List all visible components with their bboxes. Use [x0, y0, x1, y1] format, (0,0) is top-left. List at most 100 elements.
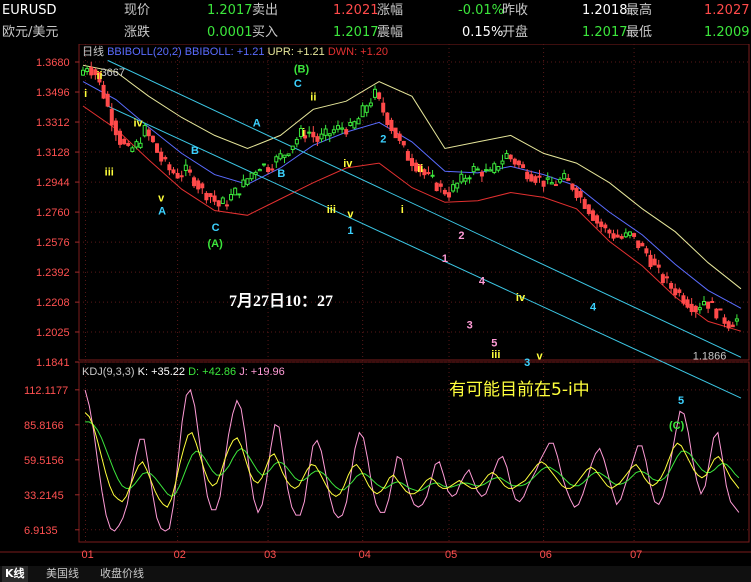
candle-body	[122, 138, 127, 145]
wave-label: C	[294, 78, 302, 90]
candle-body	[714, 308, 719, 319]
candle-body	[570, 183, 575, 190]
candle-body	[286, 153, 291, 157]
candle-body	[294, 138, 299, 145]
indicator-label: BBIBOLL(20,2)	[107, 46, 185, 58]
candle-body	[155, 143, 160, 153]
candle-body	[253, 171, 258, 175]
candle-body	[447, 192, 452, 198]
candle-body	[706, 301, 711, 309]
candle-body	[142, 125, 147, 137]
candle-body	[648, 254, 653, 268]
high-value: 1.2027	[704, 3, 750, 18]
wave-label: i	[401, 204, 404, 216]
wave-label: iii	[491, 349, 500, 361]
change-pct-value: -0.01%	[458, 3, 504, 18]
chart-area[interactable]: 1.3680 1.3496 1.3312 1.3128 1.2944 1.2760 1.25…	[0, 44, 751, 566]
kdj-ytick-label: 112.1177	[24, 385, 68, 397]
candle-body	[109, 108, 114, 126]
main-ytick-label: 1.2025	[36, 327, 70, 339]
candle-body	[558, 178, 563, 183]
candle-body	[442, 189, 447, 195]
candle-body	[397, 133, 402, 141]
candle-body	[113, 120, 118, 136]
legend-k: K: +35.22	[138, 366, 188, 378]
candle-body	[372, 88, 377, 98]
candle-body	[245, 178, 250, 185]
candle-body	[335, 125, 340, 130]
x-tick-label: 02	[174, 549, 186, 561]
candle-body	[677, 289, 682, 293]
main-ytick-label: 1.3680	[36, 57, 70, 69]
candle-body	[224, 204, 229, 207]
legend-upr: UPR: +1.21	[268, 46, 328, 58]
period-label: 日线	[82, 44, 107, 58]
candle-body	[652, 258, 657, 266]
tab-us-index[interactable]: 美国线	[46, 566, 79, 582]
candle-body	[619, 236, 624, 239]
candle-body	[492, 163, 497, 174]
low-value: 1.2009	[704, 25, 750, 40]
candle-body	[603, 224, 608, 229]
candle-body	[364, 105, 369, 113]
candle-body	[484, 169, 489, 172]
candle-body	[410, 158, 414, 167]
candle-body	[249, 172, 254, 180]
quote-row-1: EURUSD 现价 1.2017 卖出 1.2021 涨幅 -0.01% 昨收 …	[0, 0, 751, 21]
wave-label: iii	[105, 166, 114, 178]
wave-label: 5	[491, 338, 497, 350]
x-tick-label: 03	[264, 549, 276, 561]
kdj-indicator-label: KDJ(9,3,3)	[82, 366, 138, 378]
wave-label: 1	[347, 225, 353, 237]
candle-body	[315, 136, 320, 142]
tab-k-line[interactable]: K线	[2, 566, 28, 582]
prev-close-label: 昨收	[502, 3, 529, 18]
candle-body	[118, 130, 123, 145]
wave-label: v	[536, 351, 543, 363]
tab-close-line[interactable]: 收盘价线	[100, 566, 144, 582]
candle-body	[360, 105, 365, 118]
symbol-name: 欧元/美元	[2, 25, 59, 40]
candle-body	[471, 165, 476, 173]
candle-body	[488, 169, 493, 172]
candle-body	[426, 172, 431, 175]
candle-body	[582, 199, 587, 209]
candle-body	[599, 221, 604, 227]
candle-body	[578, 191, 583, 198]
candle-body	[331, 129, 336, 134]
candle-body	[574, 187, 579, 198]
wave-label: v	[158, 192, 165, 204]
kdj-ytick-label: 85.8166	[24, 420, 64, 432]
candle-body	[525, 171, 530, 180]
candle-body	[274, 156, 279, 163]
candle-body	[212, 195, 217, 202]
candle-body	[455, 182, 460, 189]
legend-dwn: DWN: +1.20	[328, 46, 388, 58]
candle-body	[179, 175, 184, 178]
candle-body	[138, 142, 143, 148]
candle-body	[368, 102, 373, 107]
legend-bbiboll: BBIBOLL: +1.21	[185, 46, 268, 58]
candle-body	[623, 232, 628, 238]
candle-body	[512, 158, 517, 165]
low-label: 最低	[626, 25, 653, 40]
candle-body	[701, 301, 706, 306]
sell-value: 1.2021	[333, 3, 379, 18]
wave-label: iv	[343, 158, 353, 170]
candle-body	[644, 248, 649, 254]
mid-band-line	[82, 81, 742, 309]
quote-header: EURUSD 现价 1.2017 卖出 1.2021 涨幅 -0.01% 昨收 …	[0, 0, 751, 44]
candle-body	[278, 153, 283, 160]
x-tick-label: 01	[81, 549, 93, 561]
candle-body	[159, 151, 164, 162]
main-ytick-label: 1.3496	[36, 87, 70, 99]
candle-body	[81, 69, 85, 76]
candle-body	[549, 182, 554, 185]
candle-body	[85, 68, 90, 72]
candle-body	[463, 177, 468, 182]
candle-body	[430, 174, 435, 177]
candle-body	[726, 321, 731, 329]
wave-label: 2	[458, 230, 464, 242]
wave-label: v	[347, 209, 354, 221]
wave-label: ii	[96, 70, 102, 82]
